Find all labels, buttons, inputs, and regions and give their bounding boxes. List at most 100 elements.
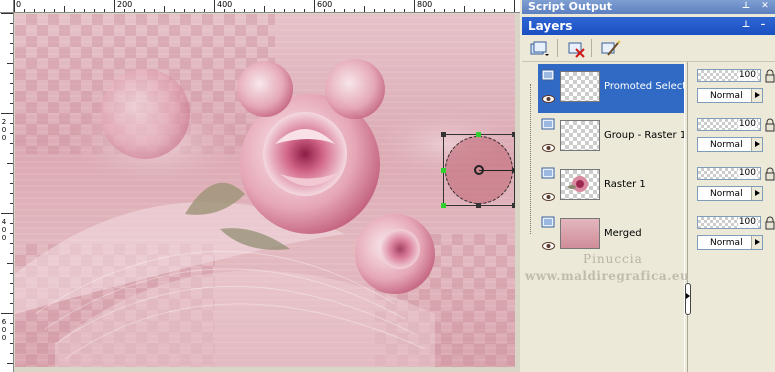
dropdown-arrow-icon[interactable] xyxy=(751,236,762,249)
ruler-tick xyxy=(154,9,155,12)
ruler-left-label: 0 xyxy=(1,226,7,234)
ruler-tick xyxy=(10,233,13,234)
image-canvas[interactable] xyxy=(15,14,515,367)
opacity-value: 100 xyxy=(737,168,757,179)
layer-row-promoted-selection[interactable]: Promoted Selection xyxy=(538,64,701,113)
blend-mode-value: Normal xyxy=(710,238,743,248)
delete-layer-icon[interactable] xyxy=(564,38,588,58)
resize-handle[interactable] xyxy=(512,132,515,137)
blend-mode-value: Normal xyxy=(710,91,743,101)
ruler-tick xyxy=(10,273,13,274)
close-icon[interactable]: ✕ xyxy=(760,1,770,11)
ruler-top[interactable]: 0 200 400 600 800 xyxy=(14,0,520,13)
ruler-tick xyxy=(444,9,445,12)
ruler-tick xyxy=(304,9,305,12)
ruler-tick xyxy=(274,9,275,12)
ruler-tick xyxy=(314,0,315,12)
layer-row-group-raster-1[interactable]: Group - Raster 1 xyxy=(538,113,686,162)
ruler-tick xyxy=(10,43,13,44)
ruler-tick xyxy=(174,9,175,12)
visibility-eye-icon[interactable] xyxy=(542,144,555,152)
blend-mode-select[interactable]: Normal xyxy=(697,186,763,201)
ruler-tick xyxy=(234,9,235,12)
pin-icon[interactable]: ⊥ xyxy=(741,1,751,11)
dropdown-arrow-icon[interactable] xyxy=(751,187,762,200)
ruler-tick xyxy=(10,93,13,94)
rotation-line xyxy=(479,170,515,171)
ruler-top-label: 0 xyxy=(16,0,22,9)
blend-mode-select[interactable]: Normal xyxy=(697,88,763,103)
ruler-tick xyxy=(10,153,13,154)
opacity-value: 100 xyxy=(737,70,757,81)
ruler-tick xyxy=(10,333,13,334)
ruler-top-label: 800 xyxy=(417,0,433,9)
ruler-tick xyxy=(434,9,435,12)
blend-mode-select[interactable]: Normal xyxy=(697,137,763,152)
layers-panel-title: Layers xyxy=(528,19,573,33)
ruler-tick xyxy=(124,9,125,12)
layer-properties-icon[interactable] xyxy=(597,38,621,58)
lock-icon[interactable] xyxy=(765,167,775,181)
raster-layer-icon xyxy=(541,69,555,81)
lock-icon[interactable] xyxy=(765,118,775,132)
raster-layer-icon xyxy=(541,167,555,179)
ruler-tick xyxy=(10,123,13,124)
layer-row-merged[interactable]: Merged xyxy=(538,211,684,260)
rotate-handle[interactable] xyxy=(476,132,481,137)
blend-mode-select[interactable]: Normal xyxy=(697,235,763,250)
layers-list[interactable]: Promoted Selection Group - Raster 1 Rast… xyxy=(522,62,701,372)
ruler-tick xyxy=(494,9,495,12)
ruler-tick xyxy=(394,9,395,12)
ruler-tick xyxy=(284,9,285,12)
layer-thumbnail xyxy=(560,71,600,102)
opacity-slider[interactable]: 100 xyxy=(697,167,761,180)
script-output-title: Script Output xyxy=(528,0,613,13)
dropdown-arrow-icon[interactable] xyxy=(751,89,762,102)
resize-handle[interactable] xyxy=(512,203,515,208)
layers-panel-header[interactable]: Layers ⊥ – xyxy=(522,17,775,35)
ruler-left-label: 4 xyxy=(1,218,7,226)
ruler-corner xyxy=(0,0,14,13)
ruler-tick xyxy=(7,163,13,164)
layer-row-raster-1[interactable]: Raster 1 xyxy=(538,162,684,211)
lock-icon[interactable] xyxy=(765,69,775,83)
ruler-tick xyxy=(74,9,75,12)
resize-handle[interactable] xyxy=(476,203,481,208)
opacity-slider[interactable]: 100 xyxy=(697,216,761,229)
pin-icon[interactable]: ⊥ xyxy=(741,20,751,30)
opacity-slider[interactable]: 100 xyxy=(697,118,761,131)
ruler-tick xyxy=(10,173,13,174)
visibility-eye-icon[interactable] xyxy=(542,193,555,201)
resize-handle[interactable] xyxy=(441,203,446,208)
expand-arrow-icon[interactable] xyxy=(686,293,690,299)
canvas-area: 0 200 400 600 800 2 0 0 4 0 0 6 0 0 xyxy=(0,0,520,372)
ruler-tick xyxy=(224,9,225,12)
visibility-eye-icon[interactable] xyxy=(542,95,555,103)
ruler-tick xyxy=(214,0,215,12)
ruler-tick xyxy=(10,203,13,204)
new-layer-icon[interactable] xyxy=(526,38,550,58)
splitter-grip[interactable] xyxy=(685,283,691,315)
resize-handle[interactable] xyxy=(441,168,446,173)
toolbar-separator xyxy=(557,39,558,57)
ruler-tick xyxy=(474,9,475,12)
ruler-tick xyxy=(10,183,13,184)
script-output-bar[interactable]: Script Output ⊥ ✕ xyxy=(522,0,775,14)
opacity-slider[interactable]: 100 xyxy=(697,69,761,82)
pivot-point[interactable] xyxy=(474,165,484,175)
ruler-tick xyxy=(10,103,13,104)
ruler-tick xyxy=(254,9,255,12)
ruler-tick xyxy=(24,9,25,12)
ruler-tick xyxy=(10,353,13,354)
ruler-tick xyxy=(164,6,165,12)
dropdown-arrow-icon[interactable] xyxy=(751,138,762,151)
visibility-eye-icon[interactable] xyxy=(542,242,555,250)
lock-icon[interactable] xyxy=(765,216,775,230)
minimize-icon[interactable]: – xyxy=(758,20,768,30)
resize-handle[interactable] xyxy=(441,132,446,137)
ruler-tick xyxy=(10,53,13,54)
ruler-left[interactable]: 2 0 0 4 0 0 6 0 0 xyxy=(0,13,14,372)
ruler-tick xyxy=(344,9,345,12)
ruler-tick xyxy=(424,9,425,12)
ruler-tick xyxy=(84,9,85,12)
